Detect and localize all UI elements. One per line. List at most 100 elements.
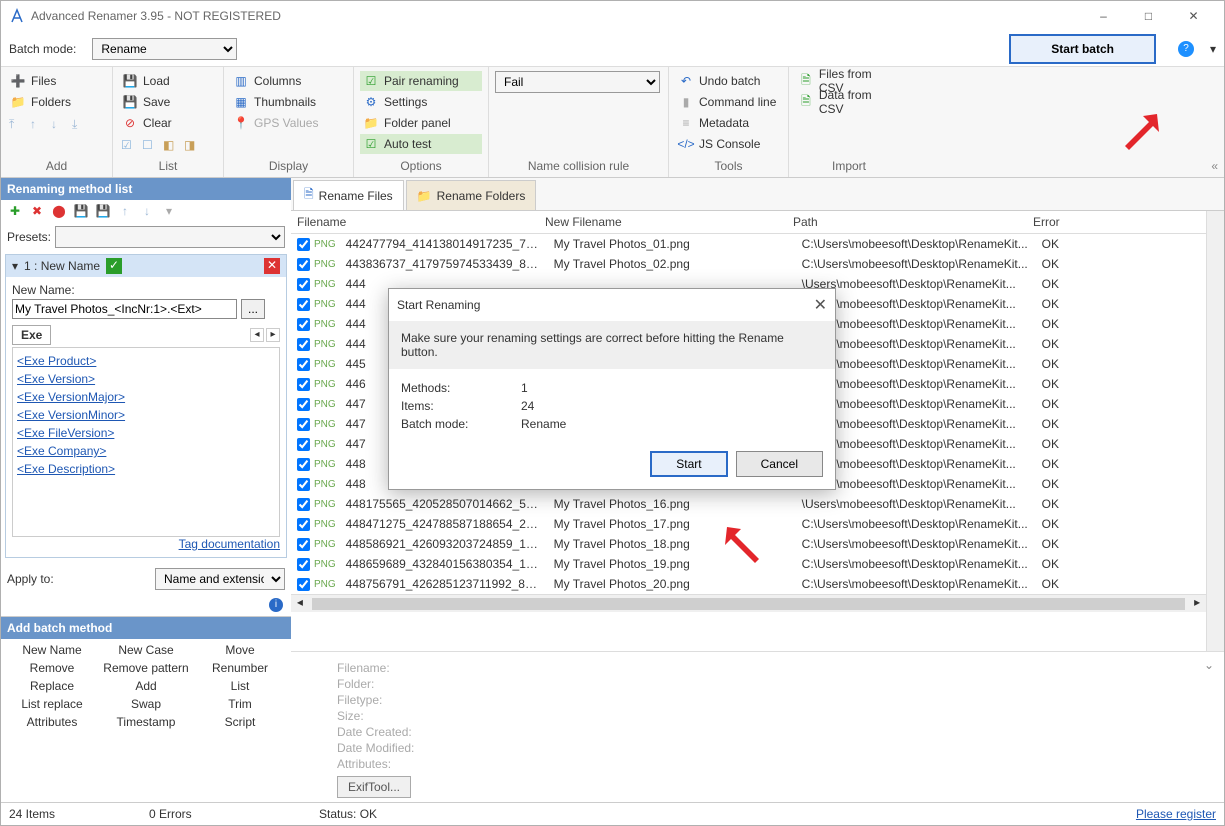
- tag-link[interactable]: <Exe VersionMajor>: [17, 388, 275, 406]
- addbatch-method[interactable]: Timestamp: [101, 715, 191, 729]
- ribbon-collapse-icon[interactable]: «: [1211, 159, 1218, 173]
- row-checkbox[interactable]: [297, 378, 310, 391]
- minimize-button[interactable]: –: [1081, 1, 1126, 31]
- display-columns-button[interactable]: ▥Columns: [230, 71, 347, 91]
- list-save-button[interactable]: 💾Save: [119, 92, 217, 112]
- dialog-start-button[interactable]: Start: [650, 451, 727, 477]
- batchmode-select[interactable]: Rename: [92, 38, 237, 60]
- col-newfilename[interactable]: New Filename: [539, 211, 787, 233]
- addbatch-method[interactable]: Move: [195, 643, 285, 657]
- addbatch-method[interactable]: New Case: [101, 643, 191, 657]
- method-record-icon[interactable]: ⬤: [51, 204, 67, 220]
- addbatch-method[interactable]: Attributes: [7, 715, 97, 729]
- row-checkbox[interactable]: [297, 498, 310, 511]
- tag-link[interactable]: <Exe Company>: [17, 442, 275, 460]
- method-load-icon[interactable]: 💾: [73, 204, 89, 220]
- tag-link[interactable]: <Exe Product>: [17, 352, 275, 370]
- help-icon[interactable]: ?: [1178, 41, 1194, 57]
- addbatch-method[interactable]: Renumber: [195, 661, 285, 675]
- options-settings-button[interactable]: ⚙Settings: [360, 92, 482, 112]
- table-row[interactable]: PNG448756791_426285123711992_8259887...M…: [291, 574, 1206, 594]
- tag-link[interactable]: <Exe VersionMinor>: [17, 406, 275, 424]
- method-down-icon[interactable]: ↓: [139, 204, 155, 220]
- uncheck-all-icon[interactable]: ☐: [142, 138, 157, 153]
- addbatch-method[interactable]: List replace: [7, 697, 97, 711]
- vertical-scrollbar[interactable]: [1206, 211, 1224, 651]
- tools-undo-button[interactable]: ↶Undo batch: [675, 71, 782, 91]
- addbatch-method[interactable]: Remove pattern: [101, 661, 191, 675]
- row-checkbox[interactable]: [297, 318, 310, 331]
- method-close-icon[interactable]: ✕: [264, 258, 280, 274]
- row-checkbox[interactable]: [297, 478, 310, 491]
- check-sel-icon[interactable]: ◨: [184, 138, 199, 153]
- tag-link[interactable]: <Exe FileVersion>: [17, 424, 275, 442]
- row-checkbox[interactable]: [297, 538, 310, 551]
- table-row[interactable]: PNG442477794_414138014917235_7049308...M…: [291, 234, 1206, 254]
- addbatch-method[interactable]: New Name: [7, 643, 97, 657]
- row-checkbox[interactable]: [297, 458, 310, 471]
- move-top-icon[interactable]: ⤒: [9, 117, 24, 132]
- row-checkbox[interactable]: [297, 418, 310, 431]
- method-add-icon[interactable]: ✚: [7, 204, 23, 220]
- method-enabled-icon[interactable]: ✓: [106, 258, 122, 274]
- tag-doc-link[interactable]: Tag documentation: [179, 537, 280, 551]
- help-caret-icon[interactable]: ▾: [1210, 42, 1216, 56]
- horizontal-scrollbar[interactable]: ◂▸: [291, 594, 1206, 612]
- tag-tab-exe[interactable]: Exe: [12, 325, 51, 345]
- check-all-icon[interactable]: ☑: [121, 138, 136, 153]
- row-checkbox[interactable]: [297, 438, 310, 451]
- newname-input[interactable]: [12, 299, 237, 319]
- invert-check-icon[interactable]: ◧: [163, 138, 178, 153]
- list-load-button[interactable]: 💾Load: [119, 71, 217, 91]
- row-checkbox[interactable]: [297, 398, 310, 411]
- tag-link[interactable]: <Exe Description>: [17, 460, 275, 478]
- start-batch-button[interactable]: Start batch: [1009, 34, 1156, 64]
- newname-browse-button[interactable]: ...: [241, 299, 265, 319]
- table-row[interactable]: PNG443836737_417975974533439_8053835...M…: [291, 254, 1206, 274]
- list-clear-button[interactable]: ⊘Clear: [119, 113, 217, 133]
- row-checkbox[interactable]: [297, 298, 310, 311]
- col-path[interactable]: Path: [787, 211, 1027, 233]
- collision-select[interactable]: Fail: [495, 71, 660, 93]
- tab-prev-icon[interactable]: ◂: [250, 328, 264, 342]
- add-folders-button[interactable]: 📁Folders: [7, 92, 106, 112]
- tab-next-icon[interactable]: ▸: [266, 328, 280, 342]
- addbatch-method[interactable]: List: [195, 679, 285, 693]
- move-down-icon[interactable]: ↓: [51, 117, 66, 132]
- info-icon[interactable]: i: [269, 598, 283, 612]
- addbatch-method[interactable]: Add: [101, 679, 191, 693]
- row-checkbox[interactable]: [297, 258, 310, 271]
- tools-js-button[interactable]: </>JS Console: [675, 134, 782, 154]
- addbatch-method[interactable]: Script: [195, 715, 285, 729]
- display-thumbnails-button[interactable]: ▦Thumbnails: [230, 92, 347, 112]
- row-checkbox[interactable]: [297, 238, 310, 251]
- row-checkbox[interactable]: [297, 518, 310, 531]
- close-button[interactable]: ✕: [1171, 1, 1216, 31]
- tab-rename-files[interactable]: 🗎Rename Files: [293, 180, 404, 210]
- method-save-icon[interactable]: 💾: [95, 204, 111, 220]
- col-filename[interactable]: Filename: [291, 211, 539, 233]
- dialog-close-icon[interactable]: ✕: [814, 295, 827, 315]
- col-error[interactable]: Error: [1027, 211, 1127, 233]
- add-files-button[interactable]: ➕Files: [7, 71, 106, 91]
- tools-cmd-button[interactable]: ▮Command line: [675, 92, 782, 112]
- addbatch-method[interactable]: Remove: [7, 661, 97, 675]
- tag-list[interactable]: <Exe Product><Exe Version><Exe VersionMa…: [12, 347, 280, 537]
- applyto-select[interactable]: Name and extension: [155, 568, 285, 590]
- addbatch-method[interactable]: Replace: [7, 679, 97, 693]
- options-autotest-button[interactable]: ☑Auto test: [360, 134, 482, 154]
- addbatch-method[interactable]: Trim: [195, 697, 285, 711]
- method-remove-icon[interactable]: ✖: [29, 204, 45, 220]
- tools-meta-button[interactable]: ≡Metadata: [675, 113, 782, 133]
- register-link[interactable]: Please register: [1136, 807, 1216, 821]
- table-row[interactable]: PNG448175565_420528507014662_5509105...M…: [291, 494, 1206, 514]
- move-bottom-icon[interactable]: ⤓: [72, 117, 87, 132]
- row-checkbox[interactable]: [297, 578, 310, 591]
- exiftool-button[interactable]: ExifTool...: [337, 776, 411, 798]
- options-folderpanel-button[interactable]: 📁Folder panel: [360, 113, 482, 133]
- addbatch-method[interactable]: Swap: [101, 697, 191, 711]
- presets-select[interactable]: [55, 226, 285, 248]
- details-collapse-icon[interactable]: ⌄: [1204, 658, 1214, 672]
- row-checkbox[interactable]: [297, 358, 310, 371]
- display-gps-button[interactable]: 📍GPS Values: [230, 113, 347, 133]
